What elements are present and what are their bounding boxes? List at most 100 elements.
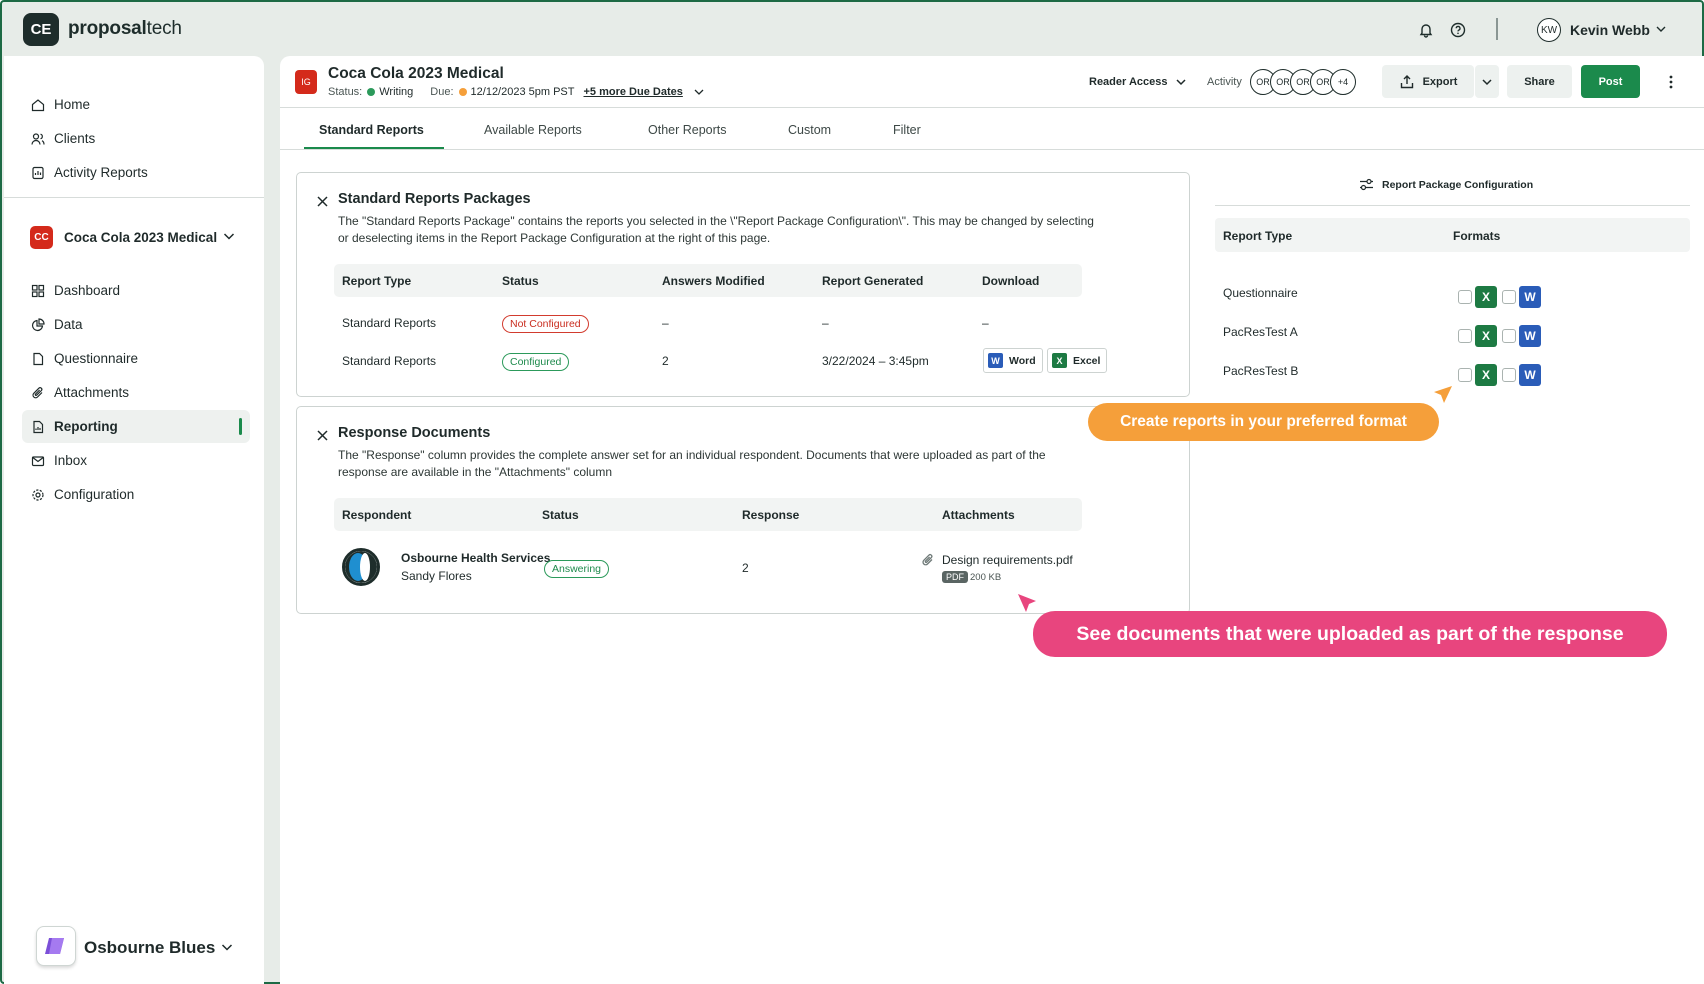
nav-data[interactable]: Data <box>22 308 250 341</box>
home-icon <box>30 97 46 113</box>
status-label: Status: <box>328 86 363 98</box>
due-value: 12/12/2023 5pm PST <box>470 86 575 98</box>
more-avatars[interactable]: +4 <box>1330 69 1356 95</box>
upload-icon <box>1400 74 1413 88</box>
table-header: Respondent Status Response Attachments <box>334 498 1082 531</box>
close-icon[interactable] <box>317 428 328 444</box>
response-count[interactable]: 2 <box>742 561 749 575</box>
card-title: Standard Reports Packages <box>338 191 531 207</box>
word-checkbox[interactable] <box>1502 290 1516 304</box>
callout-arrow-icon <box>1018 594 1036 612</box>
word-icon: W <box>1519 325 1541 347</box>
user-avatar[interactable]: KW <box>1537 18 1561 42</box>
nav-reporting[interactable]: Reporting <box>22 410 250 443</box>
word-checkbox[interactable] <box>1502 368 1516 382</box>
brand-name[interactable]: proposaltech <box>68 18 182 40</box>
respondent-org[interactable]: Osbourne Health Services <box>401 551 550 565</box>
chevron-down-icon <box>1176 79 1187 86</box>
download-label: Word <box>1009 354 1036 367</box>
download-excel-button[interactable]: X Excel <box>1047 348 1108 373</box>
pie-chart-icon <box>30 317 46 333</box>
more-options-icon[interactable] <box>1669 74 1673 95</box>
post-button[interactable]: Post <box>1581 65 1640 98</box>
report-icon <box>30 419 46 435</box>
activity-label: Activity <box>1207 76 1242 88</box>
app-window: CE proposaltech KW Kevin Webb Home Clien… <box>0 0 1704 984</box>
chevron-down-icon[interactable] <box>222 229 236 248</box>
nav-label: Dashboard <box>54 283 121 298</box>
format-callout: Create reports in your preferred format <box>1088 403 1439 441</box>
divider <box>1215 205 1690 206</box>
tab-other-reports[interactable]: Other Reports <box>648 123 727 137</box>
file-type-badge: PDF <box>942 571 968 583</box>
nav-label: Data <box>54 317 83 332</box>
column-header: Response <box>742 508 800 522</box>
nav-label: Clients <box>54 131 96 146</box>
nav-dashboard[interactable]: Dashboard <box>22 274 250 307</box>
download-word-button[interactable]: W Word <box>983 348 1043 373</box>
active-indicator <box>239 418 242 435</box>
nav-label: Attachments <box>54 385 130 400</box>
column-header: Status <box>502 274 539 288</box>
nav-activity-reports[interactable]: Activity Reports <box>22 156 250 189</box>
download: – <box>982 316 989 330</box>
sliders-icon <box>1360 178 1373 191</box>
close-icon[interactable] <box>317 194 328 210</box>
excel-checkbox[interactable] <box>1458 368 1472 382</box>
user-name[interactable]: Kevin Webb <box>1570 22 1650 38</box>
chevron-down-icon[interactable] <box>220 940 234 959</box>
column-header: Attachments <box>942 508 1015 522</box>
chevron-down-icon[interactable] <box>693 86 705 98</box>
word-icon: W <box>988 353 1003 368</box>
nav-label: Inbox <box>54 453 88 468</box>
users-icon <box>30 131 46 147</box>
excel-checkbox[interactable] <box>1458 290 1472 304</box>
bell-icon[interactable] <box>1416 20 1436 40</box>
tab-bar: Standard Reports Available Reports Other… <box>280 108 1704 150</box>
activity-avatars[interactable]: OR OR OR OR +4 <box>1250 69 1356 95</box>
reader-access-label: Reader Access <box>1089 76 1168 88</box>
nav-label: Configuration <box>54 487 135 502</box>
status-dot <box>367 88 376 96</box>
help-icon[interactable] <box>1448 20 1468 40</box>
column-header: Report Type <box>342 274 412 288</box>
report-package-config-button[interactable]: Report Package Configuration <box>1359 178 1533 191</box>
logo-icon: CE <box>23 13 59 46</box>
report-type: Standard Reports <box>342 316 437 330</box>
nav-home[interactable]: Home <box>22 88 250 121</box>
status-badge: Not Configured <box>502 315 589 333</box>
nav-clients[interactable]: Clients <box>22 122 250 155</box>
more-due-dates-link[interactable]: +5 more Due Dates <box>584 86 683 98</box>
nav-configuration[interactable]: Configuration <box>22 478 250 511</box>
nav-attachments[interactable]: Attachments <box>22 376 250 409</box>
format-options: X W <box>1458 364 1546 386</box>
download-label: Excel <box>1073 354 1101 367</box>
word-icon: W <box>1519 364 1541 386</box>
export-dropdown-button[interactable] <box>1475 65 1499 98</box>
word-checkbox[interactable] <box>1502 329 1516 343</box>
config-title: Report Package Configuration <box>1382 178 1534 191</box>
nav-inbox[interactable]: Inbox <box>22 444 250 477</box>
word-icon: W <box>1519 286 1541 308</box>
excel-checkbox[interactable] <box>1458 329 1472 343</box>
reader-access-dropdown[interactable]: Reader Access <box>1089 76 1187 88</box>
tab-available-reports[interactable]: Available Reports <box>484 123 582 137</box>
tab-filter[interactable]: Filter <box>893 123 921 137</box>
org-selector[interactable]: Osbourne Blues <box>84 938 215 958</box>
config-row-label: PacResTest A <box>1223 325 1298 339</box>
chevron-down-icon[interactable] <box>1655 22 1667 40</box>
share-button[interactable]: Share <box>1507 65 1572 98</box>
org-logo[interactable] <box>36 926 76 966</box>
project-badge: CC <box>30 226 53 249</box>
answers-modified: – <box>662 316 669 330</box>
status-value: Writing <box>379 86 414 98</box>
export-button[interactable]: Export <box>1382 65 1474 98</box>
tab-custom[interactable]: Custom <box>788 123 831 137</box>
nav-questionnaire[interactable]: Questionnaire <box>22 342 250 375</box>
project-selector[interactable]: Coca Cola 2023 Medical <box>64 230 217 245</box>
attachment-link[interactable]: Design requirements.pdf <box>942 553 1073 567</box>
answers-modified: 2 <box>662 354 669 368</box>
report-generated: – <box>822 316 829 330</box>
tab-standard-reports[interactable]: Standard Reports <box>319 123 424 137</box>
paperclip-icon <box>921 553 935 572</box>
